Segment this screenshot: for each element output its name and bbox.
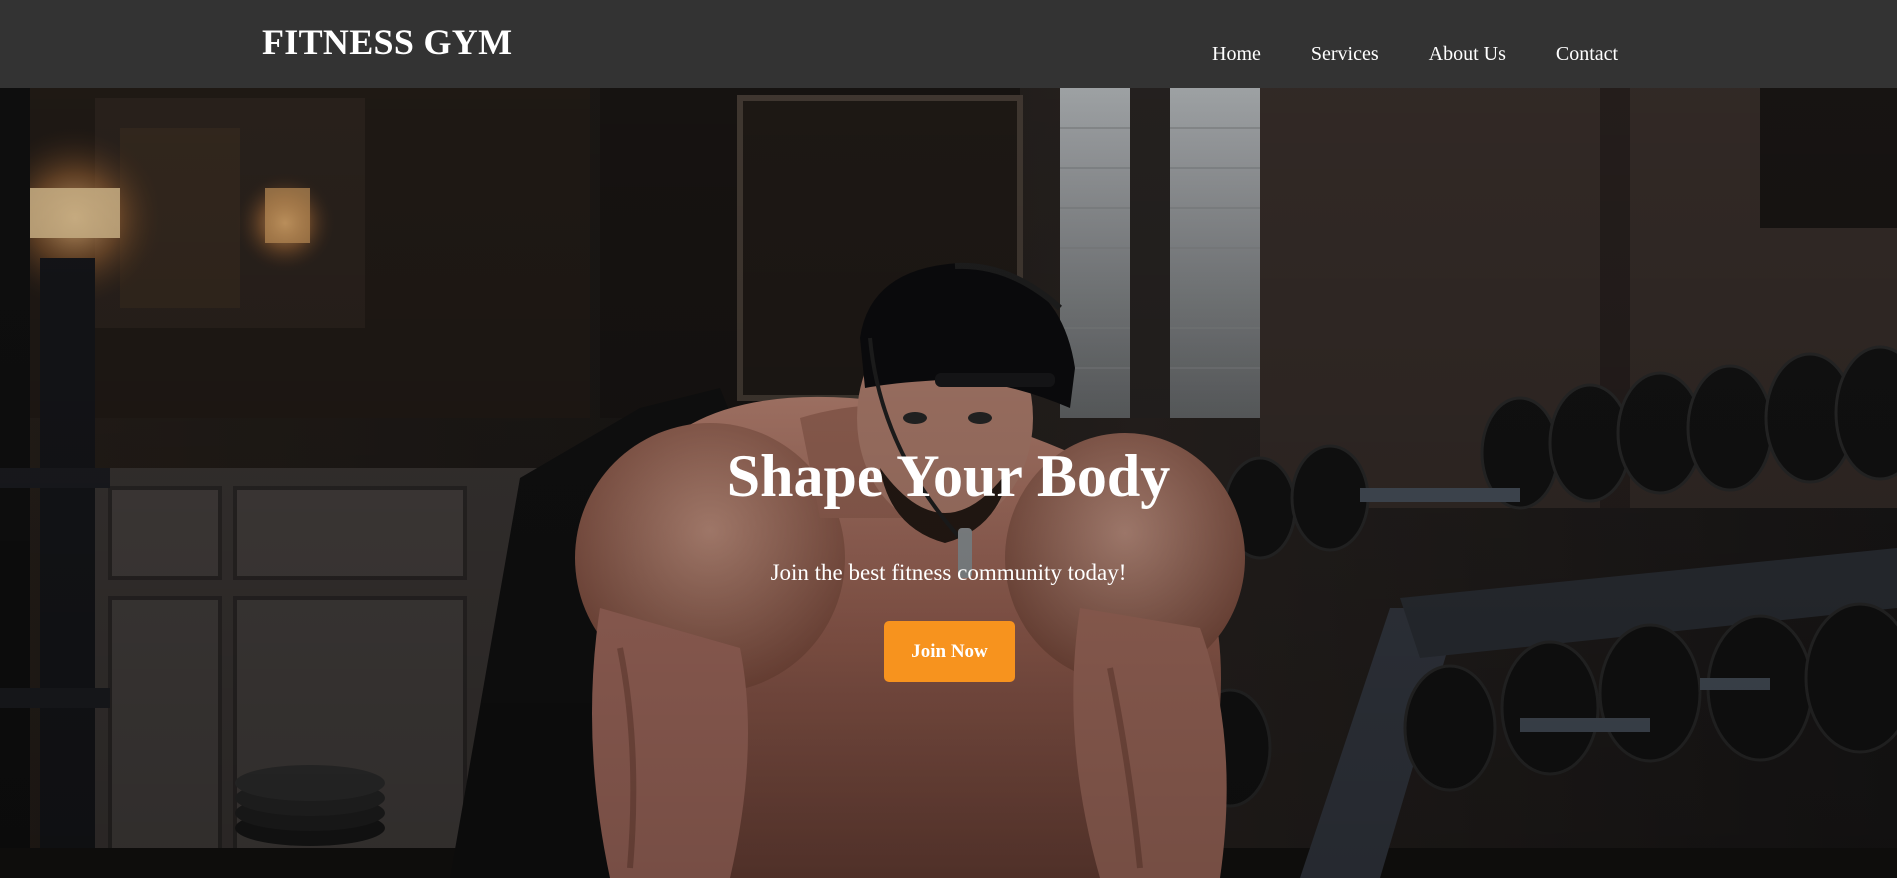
hero-subtitle: Join the best fitness community today! (770, 560, 1127, 585)
nav-item-contact: Contact (1556, 40, 1618, 68)
hero-section: Shape Your Body Join the best fitness co… (0, 88, 1897, 878)
nav-link-services[interactable]: Services (1311, 40, 1379, 68)
nav-link-about[interactable]: About Us (1429, 40, 1506, 68)
navbar: FITNESS GYM Home Services About Us Conta… (0, 0, 1897, 88)
nav-menu: Home Services About Us Contact (1212, 40, 1618, 68)
join-now-button[interactable]: Join Now (884, 621, 1015, 682)
nav-item-home: Home (1212, 40, 1261, 68)
nav-item-services: Services (1311, 40, 1379, 68)
page: FITNESS GYM Home Services About Us Conta… (0, 0, 1897, 878)
nav-item-about: About Us (1429, 40, 1506, 68)
hero-title: Shape Your Body (726, 443, 1171, 509)
nav-link-contact[interactable]: Contact (1556, 40, 1618, 68)
brand-logo[interactable]: FITNESS GYM (262, 20, 512, 64)
nav-link-home[interactable]: Home (1212, 40, 1261, 68)
